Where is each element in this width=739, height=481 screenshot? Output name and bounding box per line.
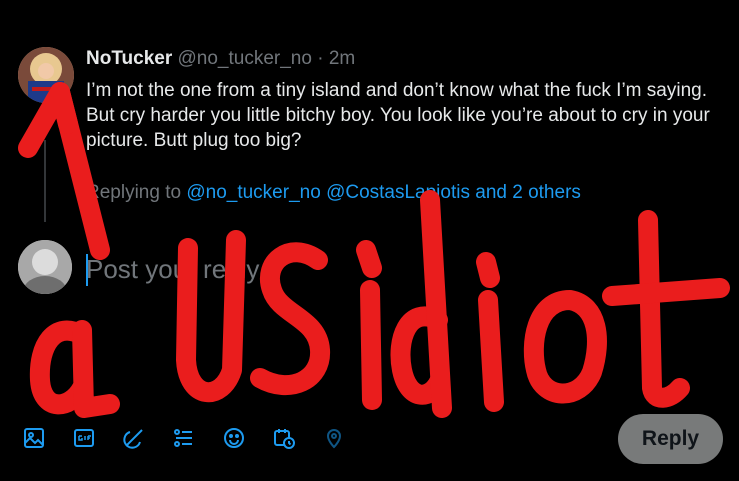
letter-i-stem	[360, 280, 382, 410]
poll-icon[interactable]	[170, 424, 198, 452]
letter-t-cross	[602, 278, 730, 306]
tweet-header: NoTucker @no_tucker_no · 2m	[86, 48, 355, 70]
tweet-timestamp[interactable]: 2m	[329, 48, 355, 69]
mention-link-2[interactable]: @CostasLapiotis	[326, 182, 470, 203]
schedule-icon[interactable]	[270, 424, 298, 452]
text-caret	[86, 254, 88, 286]
author-avatar-image	[18, 47, 74, 103]
header-separator: ·	[317, 48, 324, 69]
reply-button[interactable]: Reply	[618, 414, 723, 464]
replying-prefix: Replying to	[86, 182, 182, 203]
tweet-text: I’m not the one from a tiny island and d…	[86, 80, 710, 151]
user-avatar[interactable]	[18, 240, 72, 294]
mention-others[interactable]: and 2 others	[475, 182, 581, 203]
mention-link-1[interactable]: @no_tucker_no	[186, 182, 320, 203]
letter-a-stem	[72, 320, 120, 418]
reply-input[interactable]: Post your reply	[86, 254, 259, 285]
author-name[interactable]: NoTucker	[86, 48, 172, 69]
letter-i2-stem	[478, 290, 504, 412]
letter-i2-dot	[476, 252, 500, 288]
gif-icon[interactable]	[70, 424, 98, 452]
letter-i-dot	[356, 240, 382, 278]
user-avatar-image	[18, 240, 72, 294]
image-icon[interactable]	[20, 424, 48, 452]
red-scribble-overlay	[18, 82, 730, 418]
grok-icon[interactable]	[120, 424, 148, 452]
location-icon[interactable]	[320, 424, 348, 452]
letter-d-bowl	[390, 306, 450, 405]
letter-s	[250, 242, 330, 396]
replying-to-line: Replying to @no_tucker_no @CostasLapioti…	[86, 182, 581, 204]
emoji-icon[interactable]	[220, 424, 248, 452]
author-avatar[interactable]	[18, 47, 74, 103]
letter-d-stem	[420, 190, 452, 418]
letter-t-stem	[638, 210, 690, 408]
author-handle[interactable]: @no_tucker_no	[178, 48, 312, 69]
thread-line	[44, 140, 46, 222]
letter-a-bowl	[29, 320, 92, 415]
letter-o	[523, 290, 607, 404]
